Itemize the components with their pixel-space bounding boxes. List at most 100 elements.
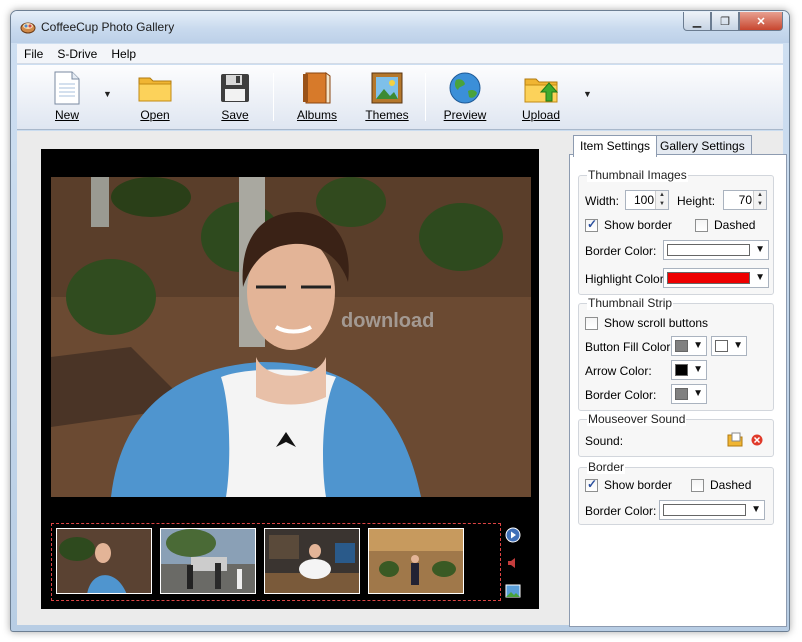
menu-file[interactable]: File [17, 47, 50, 61]
mouseover-sound-title: Mouseover Sound [587, 412, 687, 426]
watermark-text: download [341, 310, 434, 332]
albums-button[interactable]: Albums [287, 71, 347, 129]
menu-s-drive[interactable]: S-Drive [50, 47, 104, 61]
image-icon[interactable] [505, 583, 521, 599]
spinner-arrows-icon[interactable]: ▲ ▼ [753, 191, 766, 209]
chevron-down-icon: ▼ [751, 504, 761, 515]
thumbnail-1[interactable] [56, 528, 152, 594]
spinner-arrows-icon[interactable]: ▲ ▼ [655, 191, 668, 209]
upload-label: Upload [521, 108, 561, 122]
new-document-icon [49, 71, 85, 105]
window-title: CoffeeCup Photo Gallery [41, 20, 175, 34]
button-fill-color-dropdown[interactable]: ▼ [671, 336, 707, 356]
new-dropdown-arrow-icon[interactable]: ▼ [103, 89, 112, 99]
thumbnail-strip-group: Thumbnail Strip Show scroll buttons Butt… [578, 296, 774, 411]
app-window: CoffeeCup Photo Gallery ▁ ❐ ✕ File S-Dri… [10, 10, 790, 632]
arrow-color-dropdown[interactable]: ▼ [671, 360, 707, 380]
dashed-label: Dashed [714, 218, 756, 232]
height-spinner[interactable]: 70 ▲ ▼ [723, 190, 767, 210]
arrow-color-swatch [675, 364, 688, 376]
border-dashed-checkbox[interactable]: Dashed [691, 478, 752, 493]
checkbox-icon[interactable] [691, 479, 704, 493]
highlight-color-dropdown[interactable]: ▼ [663, 268, 769, 288]
sound-icon[interactable] [505, 555, 521, 571]
main-photo: download [51, 177, 531, 497]
toolbar: New ▼ Open Save Albums Themes Preview Up… [17, 65, 783, 130]
checkbox-checked-icon[interactable] [585, 217, 598, 233]
new-button[interactable]: New [37, 71, 97, 129]
dashed-checkbox[interactable]: Dashed [695, 218, 756, 233]
chevron-down-icon: ▼ [693, 364, 703, 375]
tab-item-settings[interactable]: Item Settings [573, 135, 658, 157]
border-title: Border [587, 460, 626, 474]
button-fill-2-swatch [715, 340, 728, 352]
border-border-color-swatch [663, 504, 746, 516]
globe-icon [447, 71, 483, 105]
border-show-border-label: Show border [604, 478, 673, 492]
close-button[interactable]: ✕ [739, 12, 783, 31]
border-border-color-label: Border Color: [585, 504, 657, 518]
themes-button[interactable]: Themes [357, 71, 417, 129]
thumbnail-2[interactable] [160, 528, 256, 594]
chevron-down-icon: ▼ [755, 244, 765, 255]
themes-label: Themes [365, 108, 409, 122]
thumbnail-images-group: Thumbnail Images Width: 100 ▲ ▼ Height: 7… [578, 168, 774, 295]
clear-sound-icon[interactable] [751, 434, 763, 446]
strip-border-color-dropdown[interactable]: ▼ [671, 384, 707, 404]
mouseover-sound-group: Mouseover Sound Sound: [578, 412, 774, 457]
app-icon [20, 22, 36, 34]
thumbnail-4[interactable] [368, 528, 464, 594]
checkbox-icon[interactable] [585, 317, 598, 331]
arrow-color-label: Arrow Color: [585, 364, 652, 378]
checkbox-icon[interactable] [695, 219, 708, 233]
border-dashed-label: Dashed [710, 478, 752, 492]
show-border-label: Show border [604, 218, 673, 232]
width-value: 100 [633, 193, 654, 207]
highlight-color-swatch [667, 272, 750, 284]
preview-label: Preview [443, 108, 487, 122]
show-border-checkbox[interactable]: Show border [585, 217, 673, 233]
button-fill-color-2-dropdown[interactable]: ▼ [711, 336, 747, 356]
border-color-label: Border Color: [585, 244, 657, 258]
strip-border-color-label: Border Color: [585, 388, 657, 402]
gallery-preview: download [41, 149, 539, 609]
sound-label: Sound: [585, 434, 624, 448]
thumbnail-strip-title: Thumbnail Strip [587, 296, 674, 310]
menu-help[interactable]: Help [104, 47, 143, 61]
browse-folder-icon[interactable] [727, 432, 743, 448]
chevron-down-icon: ▼ [693, 340, 703, 351]
highlight-color-label: Highlight Color: [585, 272, 668, 286]
upload-folder-icon [523, 71, 559, 105]
open-button[interactable]: Open [125, 71, 185, 129]
width-spinner[interactable]: 100 ▲ ▼ [625, 190, 669, 210]
preview-button[interactable]: Preview [435, 71, 495, 129]
save-button[interactable]: Save [205, 71, 265, 129]
save-label: Save [221, 108, 249, 122]
albums-label: Albums [296, 108, 337, 122]
border-show-border-checkbox[interactable]: Show border [585, 477, 673, 493]
show-scroll-buttons-checkbox[interactable]: Show scroll buttons [585, 316, 709, 331]
floppy-disk-icon [217, 71, 253, 105]
upload-button[interactable]: Upload [511, 71, 571, 129]
album-book-icon [299, 71, 335, 105]
thumbnail-3[interactable] [264, 528, 360, 594]
item-settings-body: Thumbnail Images Width: 100 ▲ ▼ Height: 7… [569, 154, 787, 627]
thumbnail-images-title: Thumbnail Images [587, 168, 688, 182]
main-content: download Item Settings Gallery Settings … [17, 131, 787, 627]
button-fill-swatch [675, 340, 688, 352]
maximize-button[interactable]: ❐ [711, 12, 739, 31]
new-label: New [54, 108, 79, 122]
title-bar: CoffeeCup Photo Gallery ▁ ❐ ✕ [11, 11, 789, 43]
upload-dropdown-arrow-icon[interactable]: ▼ [583, 89, 592, 99]
checkbox-checked-icon[interactable] [585, 477, 598, 493]
tab-gallery-settings[interactable]: Gallery Settings [653, 135, 752, 155]
border-color-dropdown[interactable]: ▼ [663, 240, 769, 260]
border-border-color-dropdown[interactable]: ▼ [659, 500, 765, 520]
show-scroll-label: Show scroll buttons [604, 316, 709, 330]
border-color-swatch [667, 244, 750, 256]
thumbnail-strip [51, 523, 501, 601]
height-label: Height: [677, 194, 716, 208]
play-icon[interactable] [505, 527, 521, 543]
minimize-button[interactable]: ▁ [683, 12, 711, 31]
height-value: 70 [738, 193, 752, 207]
